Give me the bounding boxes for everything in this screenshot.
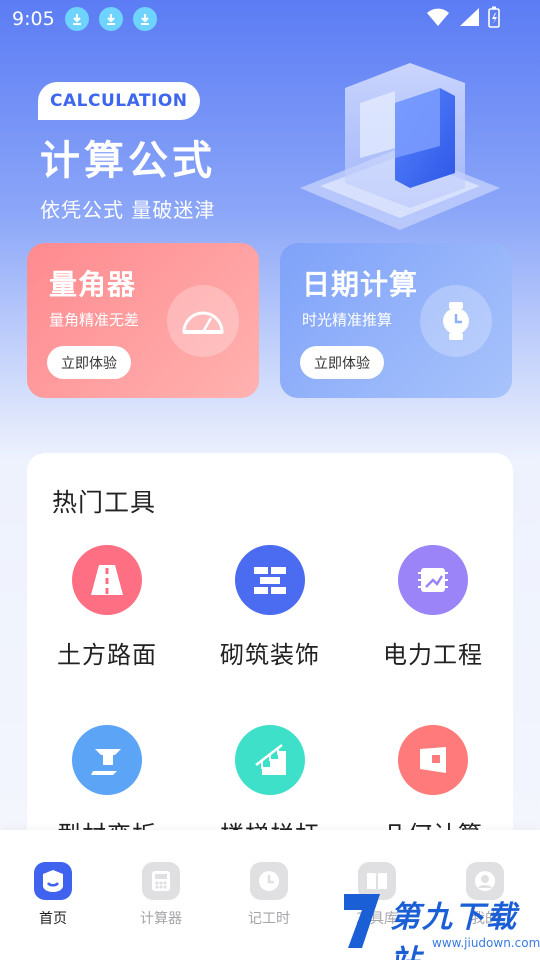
tool-label: 电力工程	[383, 641, 483, 669]
try-now-button[interactable]: 立即体验	[47, 346, 131, 379]
watermark-url: www.jiudown.com	[432, 936, 540, 950]
protractor-icon	[167, 285, 239, 357]
clock-icon	[250, 862, 288, 900]
road-icon	[72, 545, 142, 615]
download-icon	[132, 7, 157, 31]
tool-electrical[interactable]: 电力工程	[353, 545, 513, 670]
status-time: 9:05	[12, 8, 55, 30]
home-icon	[34, 862, 72, 900]
card-subtitle: 时光精准推算	[302, 311, 393, 329]
hero-illustration	[290, 58, 510, 238]
status-bar: 9:05	[0, 0, 540, 38]
download-icon	[64, 7, 89, 31]
calculator-icon	[142, 862, 180, 900]
nav-label: 首页	[39, 911, 67, 927]
site-watermark: 第九下载站 www.jiudown.com	[340, 888, 540, 960]
card-subtitle: 量角精准无差	[49, 311, 140, 329]
nav-timesheet[interactable]: 记工时	[224, 862, 314, 928]
watermark-logo-icon	[344, 894, 380, 948]
nav-calculator[interactable]: 计算器	[116, 862, 206, 928]
nav-home[interactable]: 首页	[8, 862, 98, 928]
brick-icon	[235, 545, 305, 615]
profile-icon	[72, 725, 142, 795]
card-title: 日期计算	[302, 268, 419, 301]
calculation-badge: CALCULATION	[38, 82, 200, 120]
protractor-card[interactable]: 量角器 量角精准无差 立即体验	[27, 243, 259, 398]
page-subtitle: 依凭公式 量破迷津	[40, 198, 216, 222]
tool-label: 土方路面	[57, 641, 157, 669]
hot-tools-panel: 热门工具 土方路面 砌筑装饰 电力工程 型材变折 楼梯栏杆 几何计算	[27, 453, 513, 873]
download-icon	[98, 7, 123, 31]
date-calc-card[interactable]: 日期计算 时光精准推算 立即体验	[280, 243, 512, 398]
stairs-icon	[235, 725, 305, 795]
signal-icon	[458, 7, 480, 31]
tool-label: 砌筑装饰	[220, 641, 320, 669]
geometry-icon	[398, 725, 468, 795]
card-title: 量角器	[49, 268, 137, 301]
wifi-icon	[426, 7, 450, 31]
nav-label: 记工时	[248, 911, 290, 927]
battery-icon	[488, 6, 500, 32]
tool-earthwork[interactable]: 土方路面	[27, 545, 187, 670]
try-now-button[interactable]: 立即体验	[300, 346, 384, 379]
watch-icon	[420, 285, 492, 357]
page-title: 计算公式	[40, 138, 216, 184]
circuit-icon	[398, 545, 468, 615]
nav-label: 计算器	[140, 911, 182, 927]
tool-masonry[interactable]: 砌筑装饰	[190, 545, 350, 670]
section-title: 热门工具	[52, 488, 157, 517]
